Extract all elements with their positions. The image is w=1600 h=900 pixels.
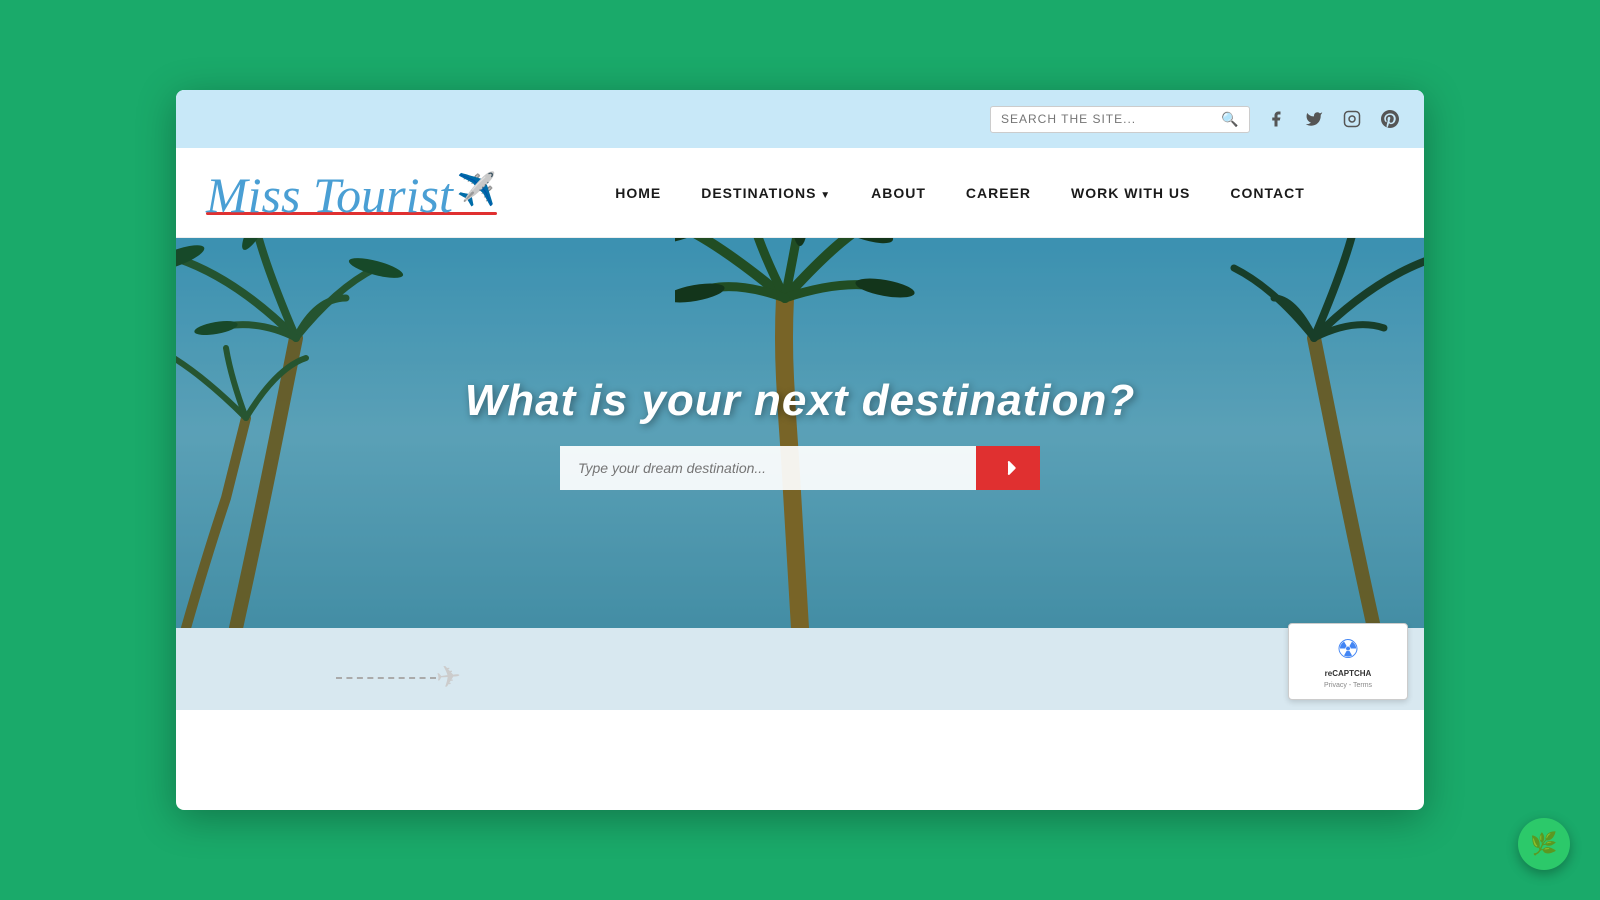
pinterest-icon[interactable]	[1376, 105, 1404, 133]
leaf-icon: 🌿	[1530, 831, 1557, 857]
flight-path-line	[336, 677, 436, 679]
green-badge[interactable]: 🌿	[1518, 818, 1570, 870]
browser-window: 🔍 Miss Tourist	[176, 90, 1424, 810]
nav-bar: Miss Tourist ✈️ HOME DESTINATIONS ABOUT …	[176, 148, 1424, 238]
arrow-right-icon	[998, 458, 1018, 478]
twitter-icon[interactable]	[1300, 105, 1328, 133]
destination-search-button[interactable]	[976, 446, 1040, 490]
hero-section: What is your next destination?	[176, 238, 1424, 628]
nav-destinations[interactable]: DESTINATIONS	[701, 185, 831, 201]
facebook-icon[interactable]	[1262, 105, 1290, 133]
nav-links: HOME DESTINATIONS ABOUT CAREER WORK WITH…	[526, 185, 1394, 201]
logo[interactable]: Miss Tourist ✈️	[206, 170, 497, 215]
nav-work-with-us[interactable]: WORK WITH US	[1071, 185, 1190, 201]
nav-career[interactable]: CAREER	[966, 185, 1031, 201]
logo-text: Miss Tourist	[206, 170, 453, 220]
bottom-strip: ✈ ☢ reCAPTCHA Privacy - Terms	[176, 628, 1424, 710]
top-bar: 🔍	[176, 90, 1424, 148]
nav-contact[interactable]: CONTACT	[1230, 185, 1304, 201]
logo-plane-icon: ✈️	[457, 170, 497, 208]
recaptcha-label: reCAPTCHA	[1325, 669, 1372, 678]
nav-about[interactable]: ABOUT	[871, 185, 926, 201]
nav-home[interactable]: HOME	[615, 185, 661, 201]
airplane-strip: ✈	[336, 660, 461, 695]
recaptcha-logo: ☢	[1336, 634, 1359, 665]
recaptcha-sub: Privacy - Terms	[1324, 682, 1372, 689]
hero-content: What is your next destination?	[465, 376, 1136, 490]
search-icon: 🔍	[1221, 111, 1238, 128]
airplane-icon: ✈	[435, 659, 463, 696]
social-icons	[1262, 105, 1404, 133]
logo-area: Miss Tourist ✈️	[206, 170, 526, 215]
site-search-box[interactable]: 🔍	[990, 106, 1250, 133]
hero-search-bar	[560, 446, 1040, 490]
destination-search-input[interactable]	[560, 446, 976, 490]
recaptcha-box: ☢ reCAPTCHA Privacy - Terms	[1288, 623, 1408, 700]
instagram-icon[interactable]	[1338, 105, 1366, 133]
site-search-input[interactable]	[1001, 112, 1221, 126]
hero-title: What is your next destination?	[465, 376, 1136, 426]
